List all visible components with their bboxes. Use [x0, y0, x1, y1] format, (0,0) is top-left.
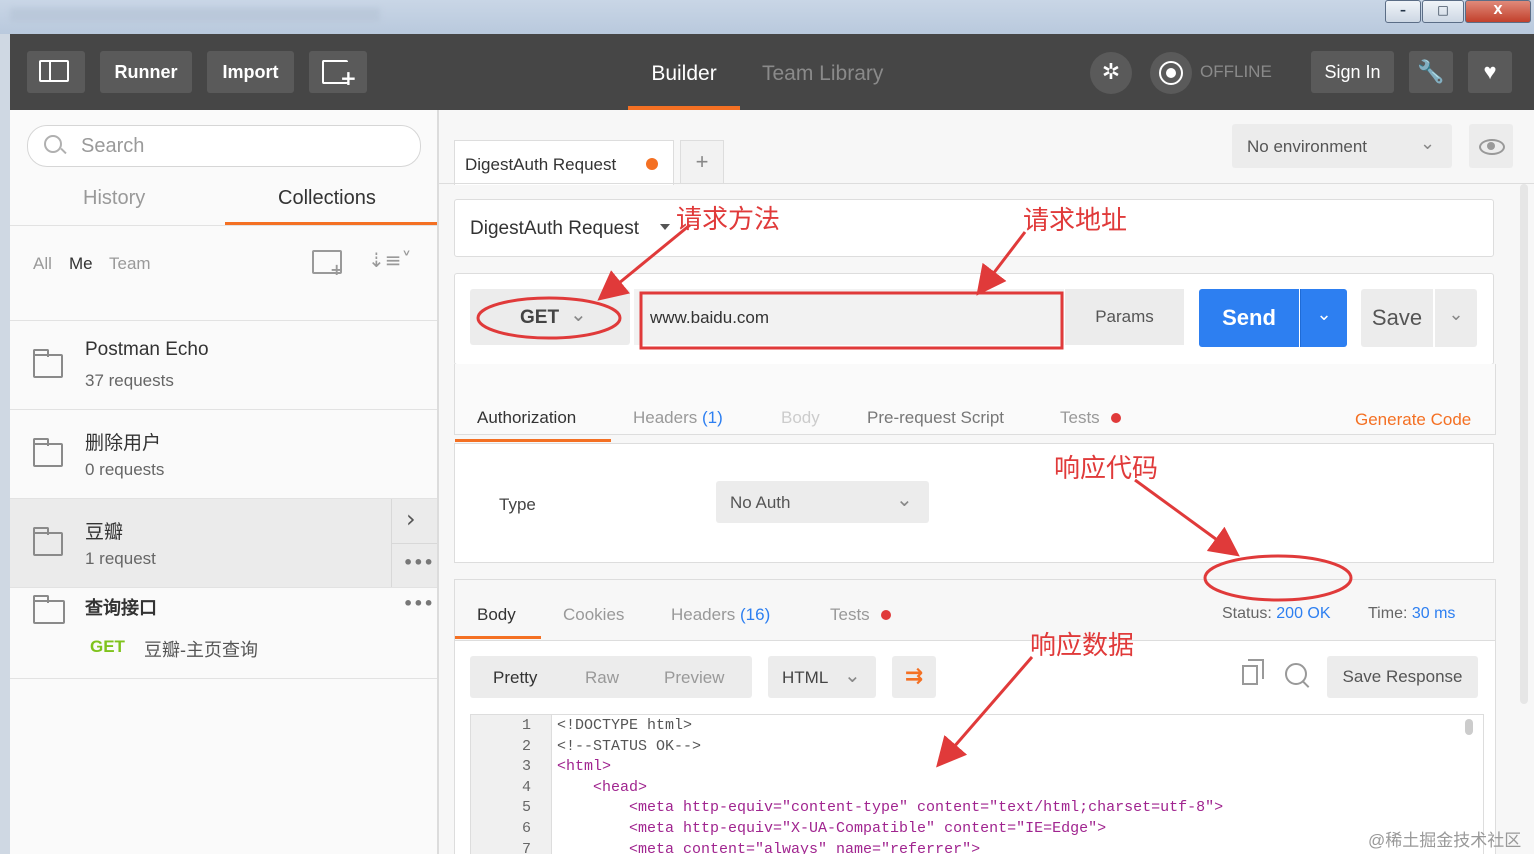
- annotation-overlay: [476, 223, 1353, 768]
- method-highlight-ellipse: [476, 296, 622, 340]
- annotation-data: 响应数据: [1030, 631, 1135, 661]
- url-arrow: [976, 231, 1027, 296]
- status-highlight-ellipse: [1203, 554, 1353, 602]
- annotation-method: 请求方法: [676, 205, 781, 235]
- data-arrow: [936, 656, 1034, 768]
- status-arrow: [1134, 478, 1240, 557]
- annotation-status: 响应代码: [1054, 454, 1159, 484]
- url-highlight-rect: [639, 291, 1064, 350]
- annotation-url: 请求地址: [1023, 206, 1128, 236]
- watermark: @稀土掘金技术社区: [1368, 831, 1522, 850]
